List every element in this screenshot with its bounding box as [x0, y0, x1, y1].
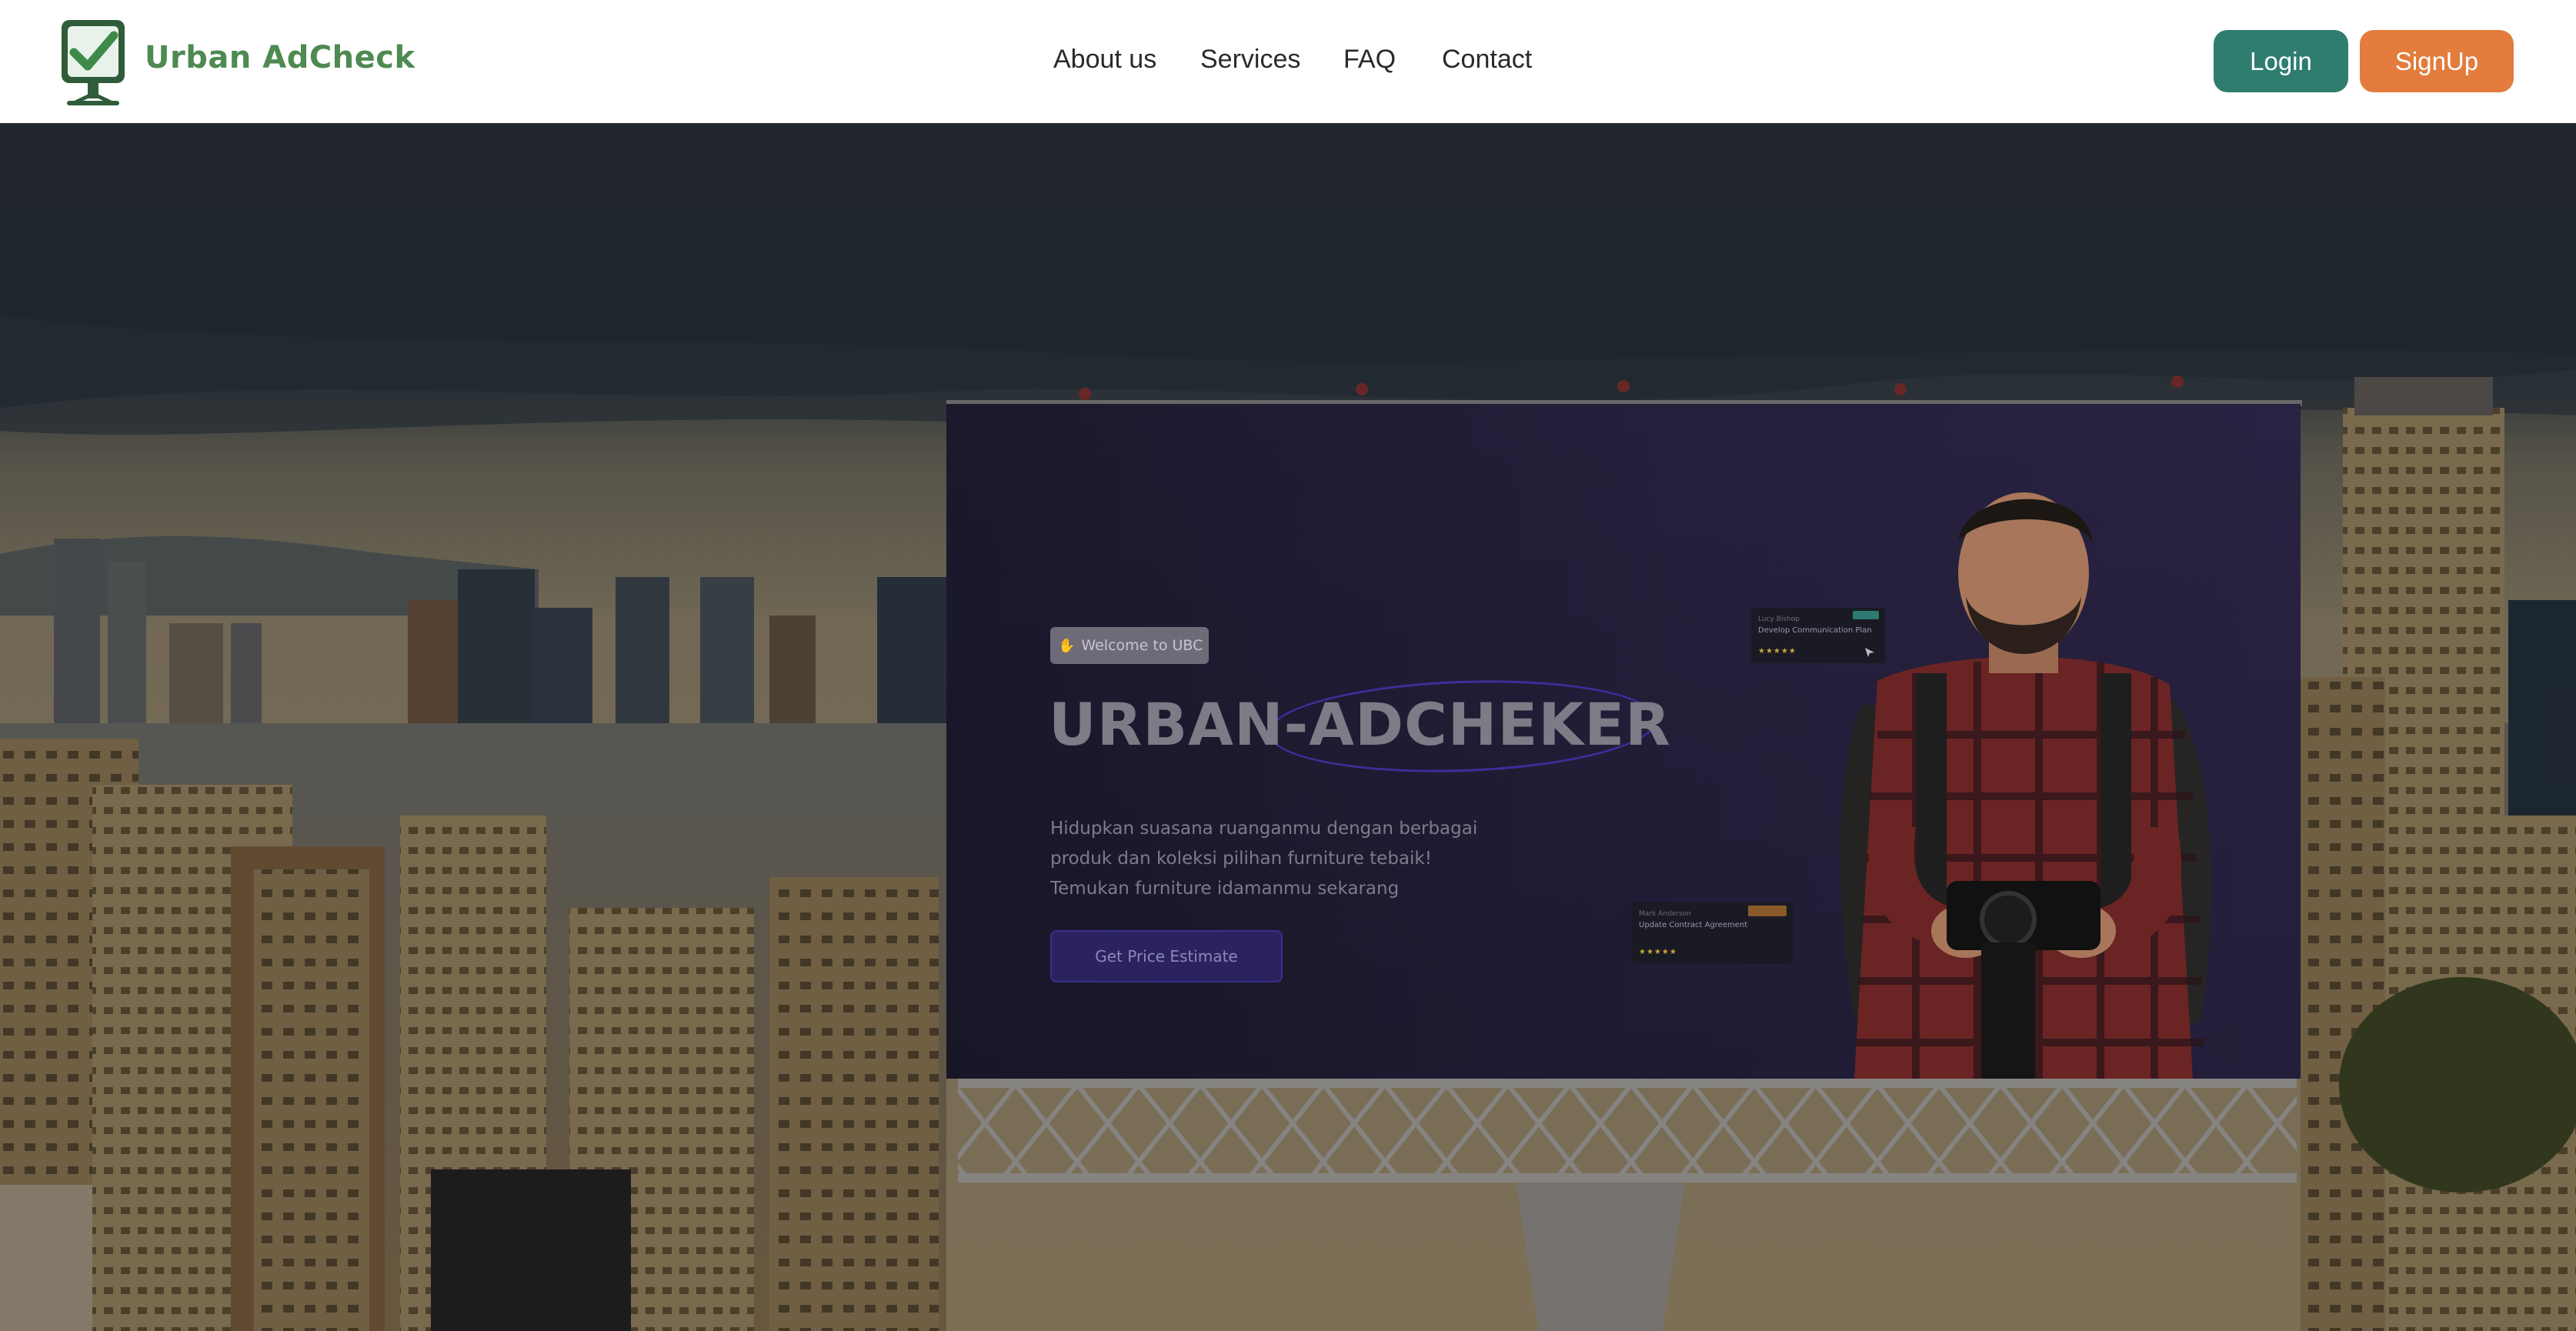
- card-person-name: Lucy Bishop: [1758, 615, 1800, 623]
- card-rating: ★★★★★: [1758, 647, 1797, 655]
- hand-wave-icon: ✋: [1058, 637, 1076, 654]
- top-navbar: Urban AdCheck About us Services FAQ Cont…: [0, 0, 2576, 123]
- subtitle-line: Hidupkan suasana ruanganmu dengan berbag…: [1050, 819, 1478, 839]
- login-button[interactable]: Login: [2214, 30, 2348, 92]
- hero-title: URBAN-ADCHEKER: [1049, 690, 1671, 759]
- card-rating: ★★★★★: [1639, 948, 1677, 956]
- card-person-name: Mark Anderson: [1639, 910, 1691, 918]
- subtitle-line: Temukan furniture idamanmu sekarang: [1050, 879, 1400, 899]
- card-tag: [1748, 906, 1787, 916]
- subtitle-line: produk dan koleksi pilihan furniture teb…: [1050, 849, 1432, 869]
- welcome-badge: ✋ Welcome to UBC: [1050, 627, 1209, 664]
- hero-subtitle: Hidupkan suasana ruanganmu dengan berbag…: [1050, 814, 1527, 904]
- task-card: Mark Anderson Update Contract Agreement …: [1631, 902, 1793, 964]
- card-task: Update Contract Agreement: [1639, 921, 1748, 929]
- nav-contact[interactable]: Contact: [1442, 45, 1532, 75]
- nav-about-us[interactable]: About us: [1053, 45, 1156, 75]
- photographer-image: [1840, 492, 2212, 1079]
- welcome-text: Welcome to UBC: [1081, 637, 1203, 654]
- billboard-display: ✋ Welcome to UBC URBAN-ADCHEKER Hidupkan…: [946, 404, 2301, 1079]
- signup-button[interactable]: SignUp: [2360, 30, 2514, 92]
- checkmark-monitor-logo-icon[interactable]: [58, 17, 128, 106]
- get-price-estimate-button[interactable]: Get Price Estimate: [1050, 930, 1283, 982]
- hero-section: ✋ Welcome to UBC URBAN-ADCHEKER Hidupkan…: [0, 123, 2576, 1331]
- nav-faq[interactable]: FAQ: [1343, 45, 1396, 75]
- brand-name[interactable]: Urban AdCheck: [145, 40, 415, 75]
- nav-services[interactable]: Services: [1200, 45, 1300, 75]
